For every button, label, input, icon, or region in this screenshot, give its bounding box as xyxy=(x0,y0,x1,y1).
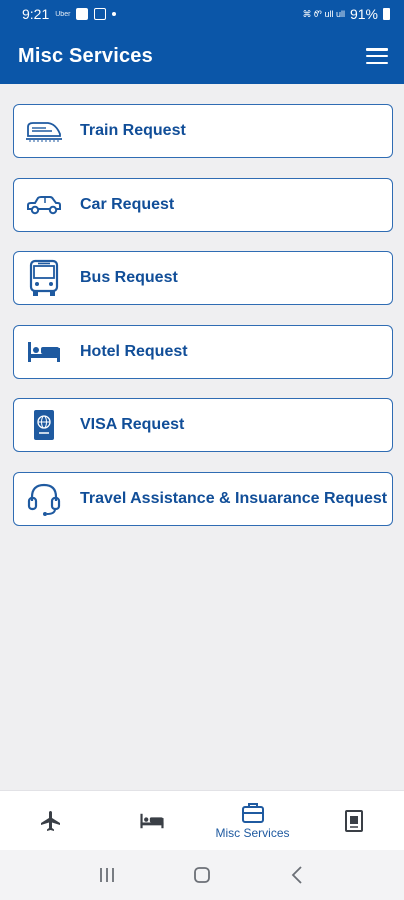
briefcase-icon xyxy=(241,802,264,823)
status-right: ⌘ Ꮫ ull ull 91% xyxy=(303,6,390,22)
status-app-text: Uber xyxy=(55,10,71,18)
service-list: Train Request Car Request Bus Request Ho… xyxy=(13,104,393,545)
document-icon xyxy=(344,809,363,832)
nav-misc-services[interactable]: Misc Services xyxy=(202,791,303,850)
more-notifications-icon xyxy=(112,12,117,16)
back-button[interactable] xyxy=(277,860,317,890)
page-title: Misc Services xyxy=(18,44,153,67)
home-icon xyxy=(194,867,210,883)
menu-button[interactable] xyxy=(366,47,388,65)
car-request-button[interactable]: Car Request xyxy=(13,177,393,232)
gallery-notification-icon xyxy=(76,8,89,20)
service-label: Car Request xyxy=(80,195,175,213)
nav-documents[interactable] xyxy=(303,791,404,850)
status-bar: 9:21 Uber ⌘ Ꮫ ull ull 91% xyxy=(0,0,404,28)
battery-percent: 91% xyxy=(349,6,378,22)
service-label: Hotel Request xyxy=(80,342,188,360)
travel-assistance-request-button[interactable]: Travel Assistance & Insuarance Request xyxy=(13,471,393,526)
bus-request-button[interactable]: Bus Request xyxy=(13,251,393,305)
app-header: Misc Services xyxy=(0,28,404,84)
status-time: 9:21 xyxy=(22,6,50,22)
bottom-nav: Misc Services xyxy=(0,790,404,850)
system-nav xyxy=(0,850,404,900)
service-label: Bus Request xyxy=(80,269,178,286)
battery-icon xyxy=(383,8,390,20)
menu-icon xyxy=(366,48,388,51)
passport-icon xyxy=(14,399,70,451)
service-label: Train Request xyxy=(80,122,186,139)
headset-icon xyxy=(14,473,70,525)
visa-request-button[interactable]: VISA Request xyxy=(13,398,393,452)
nav-flights[interactable] xyxy=(0,791,101,850)
app-notification-icon xyxy=(94,8,107,20)
train-request-button[interactable]: Train Request xyxy=(13,104,393,158)
recent-apps-button[interactable] xyxy=(87,860,127,890)
airplane-icon xyxy=(40,810,60,831)
service-label: VISA Request xyxy=(80,416,185,433)
status-left: 9:21 Uber xyxy=(22,6,117,22)
hotel-request-button[interactable]: Hotel Request xyxy=(13,324,393,379)
nav-label-misc-services: Misc Services xyxy=(215,825,290,840)
back-icon xyxy=(291,866,302,884)
train-icon xyxy=(14,105,70,157)
nav-hotels[interactable] xyxy=(101,791,202,850)
bus-icon xyxy=(14,252,70,304)
recent-apps-icon xyxy=(100,868,115,882)
home-button[interactable] xyxy=(182,860,222,890)
car-icon xyxy=(14,179,70,231)
hotel-bed-icon xyxy=(14,326,70,378)
signal-icons: ⌘ Ꮫ ull ull xyxy=(302,8,345,19)
bed-icon xyxy=(139,813,164,828)
service-label: Travel Assistance & Insuarance Request xyxy=(80,489,388,507)
